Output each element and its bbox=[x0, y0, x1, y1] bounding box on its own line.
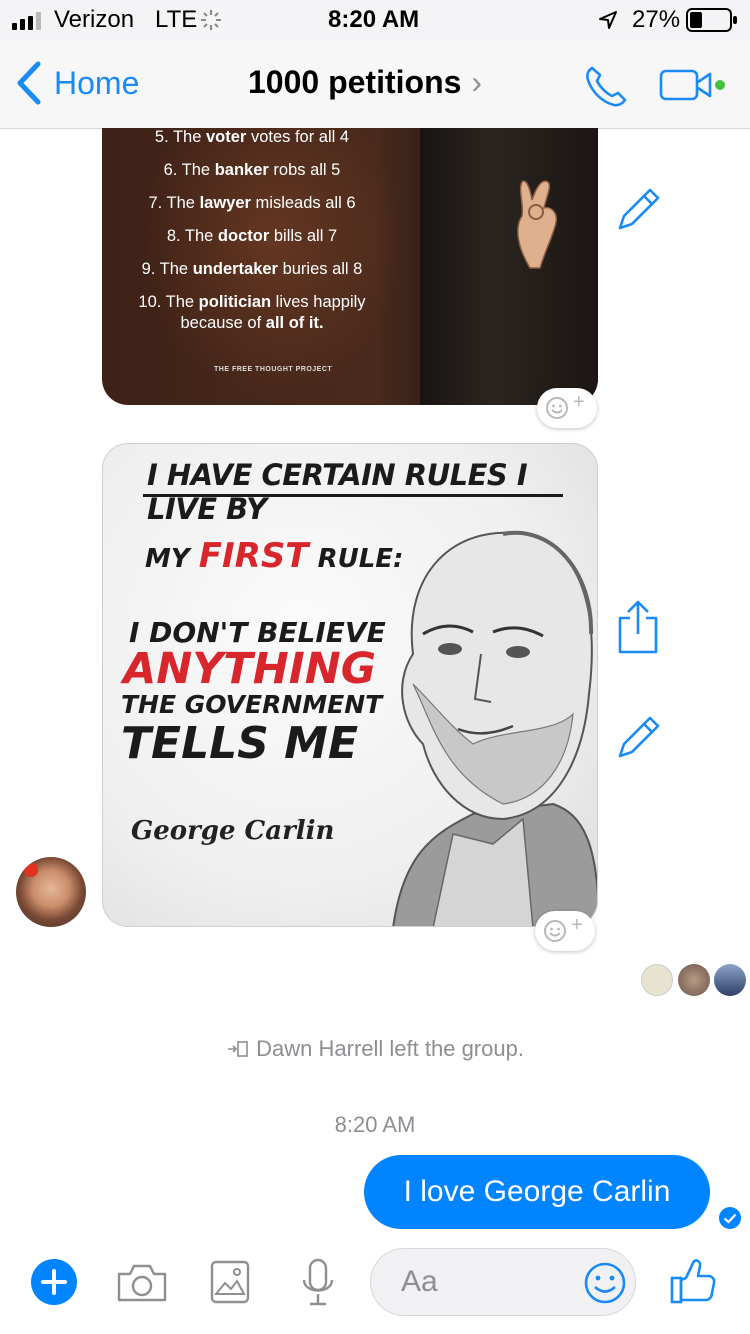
avatar-flower bbox=[24, 863, 38, 877]
image1-line: because of all of it. bbox=[180, 314, 324, 332]
nav-bar: Home 1000 petitions › bbox=[0, 40, 750, 129]
sender-avatar[interactable] bbox=[16, 857, 86, 927]
signature: George Carlin bbox=[131, 816, 335, 846]
image1-line: 10. The politician lives happily bbox=[138, 293, 366, 311]
message-input-placeholder: Aa bbox=[401, 1265, 438, 1298]
message-input[interactable]: Aa bbox=[370, 1248, 636, 1316]
sent-check-icon bbox=[719, 1207, 741, 1229]
emoji-icon bbox=[546, 397, 568, 419]
image1-line: 8. The doctor bills all 7 bbox=[166, 227, 338, 245]
image1-line: 5. The voter votes for all 4 bbox=[154, 128, 350, 146]
mic-icon[interactable] bbox=[300, 1258, 336, 1308]
emoji-icon bbox=[544, 920, 566, 942]
hand-figure bbox=[517, 180, 558, 269]
pencil-icon[interactable] bbox=[614, 184, 664, 234]
outgoing-message-text: I love George Carlin bbox=[403, 1175, 671, 1208]
shared-image-2[interactable]: I HAVE CERTAIN RULES I LIVE BY MY FIRST … bbox=[102, 443, 598, 927]
pencil-icon[interactable] bbox=[614, 712, 664, 762]
system-message-text: Dawn Harrell left the group. bbox=[256, 1036, 524, 1061]
read-receipt-avatar bbox=[678, 964, 710, 996]
message-timestamp: 8:20 AM bbox=[334, 1112, 416, 1137]
battery-percent: 27% bbox=[632, 6, 681, 33]
title-chevron-icon: › bbox=[471, 64, 483, 100]
watermark: THE FREE THOUGHT PROJECT bbox=[214, 366, 333, 373]
battery-icon bbox=[686, 8, 737, 32]
camera-icon[interactable] bbox=[116, 1262, 168, 1304]
plus-text: + bbox=[573, 391, 585, 413]
add-reaction-button[interactable]: + bbox=[535, 911, 595, 951]
read-receipt-avatar bbox=[641, 964, 673, 996]
heading-underline bbox=[143, 494, 563, 497]
image1-line: 9. The undertaker buries all 8 bbox=[141, 260, 363, 278]
status-bar: Verizon LTE 8:20 AM 27% bbox=[0, 0, 750, 40]
carrier-name: Verizon bbox=[54, 6, 135, 33]
plus-text: + bbox=[571, 914, 583, 936]
image1-line: 7. The lawyer misleads all 6 bbox=[148, 194, 356, 212]
outgoing-message-bubble[interactable]: I love George Carlin bbox=[364, 1155, 710, 1229]
left-group-icon bbox=[228, 1041, 248, 1057]
phone-icon[interactable] bbox=[582, 62, 630, 110]
shared-image-1[interactable]: 5. The voter votes for all 4 6. The bank… bbox=[102, 128, 598, 405]
location-arrow-icon bbox=[599, 11, 617, 29]
video-icon[interactable] bbox=[658, 68, 728, 104]
conversation-title-text: 1000 petitions bbox=[248, 64, 462, 100]
signal-icon bbox=[12, 12, 41, 30]
poster-line-4: TELLS ME bbox=[121, 718, 358, 769]
loading-icon bbox=[201, 10, 221, 30]
read-receipt-avatar bbox=[714, 964, 746, 996]
status-time: 8:20 AM bbox=[328, 6, 420, 33]
poster-line-3: THE GOVERNMENT bbox=[121, 690, 383, 719]
portrait-sketch bbox=[392, 530, 597, 926]
system-message: Dawn Harrell left the group. bbox=[0, 1036, 750, 1062]
conversation-title[interactable]: 1000 petitions › bbox=[248, 64, 482, 101]
back-chevron-icon bbox=[17, 61, 41, 105]
back-label: Home bbox=[54, 64, 140, 101]
emoji-icon[interactable] bbox=[583, 1261, 627, 1305]
share-icon[interactable] bbox=[616, 600, 660, 656]
plus-icon[interactable] bbox=[30, 1258, 78, 1306]
add-reaction-button[interactable]: + bbox=[537, 388, 597, 428]
poster-line-2: ANYTHING bbox=[123, 644, 377, 694]
network-type: LTE bbox=[155, 6, 198, 33]
gallery-icon[interactable] bbox=[210, 1260, 250, 1304]
back-button[interactable]: Home bbox=[14, 60, 139, 106]
like-icon[interactable] bbox=[668, 1256, 718, 1306]
image1-line: 6. The banker robs all 5 bbox=[163, 161, 341, 179]
